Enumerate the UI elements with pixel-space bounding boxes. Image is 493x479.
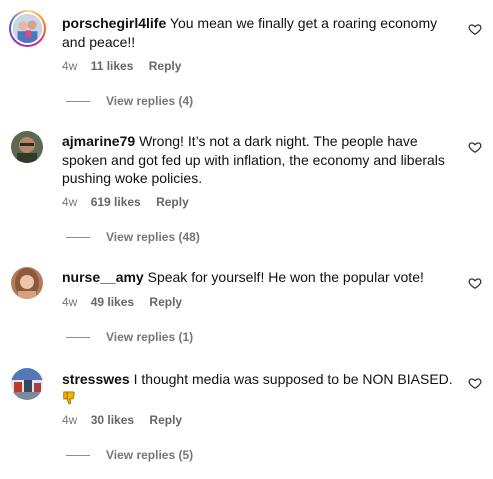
avatar[interactable] — [11, 368, 43, 400]
view-replies-label: View replies (48) — [106, 230, 200, 244]
replies-divider — [66, 236, 90, 238]
reply-button[interactable]: Reply — [149, 413, 182, 427]
comment-text: stresswes I thought media was supposed t… — [62, 370, 462, 407]
likes-count[interactable]: 49 likes — [91, 295, 134, 309]
timestamp: 4w — [62, 59, 78, 73]
heart-icon[interactable] — [468, 140, 482, 154]
reply-button[interactable]: Reply — [149, 295, 182, 309]
avatar[interactable] — [11, 267, 43, 299]
likes-count[interactable]: 619 likes — [91, 195, 141, 209]
timestamp: 4w — [62, 195, 78, 209]
comment-meta: 4w 11 likes Reply — [62, 59, 193, 73]
username-link[interactable]: stresswes — [62, 371, 130, 387]
comment-text: nurse__amy Speak for yourself! He won th… — [62, 268, 462, 287]
thumbs-down-icon — [63, 390, 75, 404]
comment-meta: 4w 619 likes Reply — [62, 195, 201, 209]
avatar[interactable] — [11, 131, 43, 163]
username-link[interactable]: ajmarine79 — [62, 133, 135, 149]
avatar-photo-icon — [13, 14, 42, 43]
heart-icon[interactable] — [468, 376, 482, 390]
reply-button[interactable]: Reply — [156, 195, 189, 209]
heart-icon[interactable] — [468, 22, 482, 36]
replies-divider — [66, 100, 90, 102]
avatar[interactable] — [9, 10, 46, 47]
comment-body: I thought media was supposed to be NON B… — [133, 371, 453, 387]
likes-count[interactable]: 30 likes — [91, 413, 134, 427]
timestamp: 4w — [62, 413, 78, 427]
view-replies-label: View replies (5) — [106, 448, 194, 462]
view-replies-button[interactable]: View replies (4) — [66, 94, 193, 108]
view-replies-label: View replies (4) — [106, 94, 194, 108]
heart-icon[interactable] — [468, 276, 482, 290]
avatar-photo-icon — [11, 131, 43, 163]
username-link[interactable]: nurse__amy — [62, 269, 144, 285]
view-replies-button[interactable]: View replies (48) — [66, 230, 200, 244]
reply-button[interactable]: Reply — [149, 59, 182, 73]
view-replies-label: View replies (1) — [106, 330, 194, 344]
avatar-photo-icon — [11, 267, 43, 299]
comment-body: Speak for yourself! He won the popular v… — [147, 269, 424, 285]
comment-text: porschegirl4life You mean we finally get… — [62, 14, 462, 51]
view-replies-button[interactable]: View replies (1) — [66, 330, 193, 344]
view-replies-button[interactable]: View replies (5) — [66, 448, 193, 462]
replies-divider — [66, 336, 90, 338]
avatar-photo-icon — [11, 368, 43, 400]
comment-text: ajmarine79 Wrong! It’s not a dark night.… — [62, 132, 462, 188]
replies-divider — [66, 454, 90, 456]
likes-count[interactable]: 11 likes — [91, 59, 134, 73]
username-link[interactable]: porschegirl4life — [62, 15, 166, 31]
timestamp: 4w — [62, 295, 78, 309]
comment-meta: 4w 49 likes Reply — [62, 295, 194, 309]
comment-meta: 4w 30 likes Reply — [62, 413, 194, 427]
